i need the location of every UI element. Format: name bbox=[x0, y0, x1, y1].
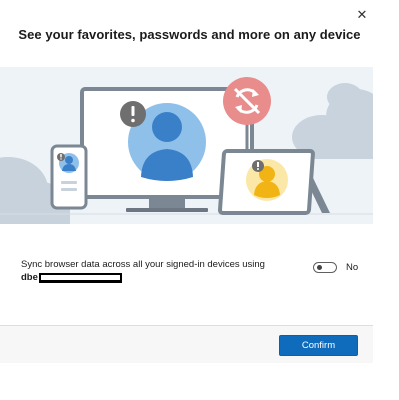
phone-icon bbox=[50, 144, 88, 210]
devices-illustration bbox=[0, 77, 373, 224]
dialog-title: See your favorites, passwords and more o… bbox=[18, 27, 361, 42]
cloud-right-icon bbox=[292, 83, 373, 159]
close-icon[interactable]: ✕ bbox=[351, 4, 373, 26]
sync-description: Sync browser data across all your signed… bbox=[21, 259, 265, 270]
account-row: dbe bbox=[21, 272, 122, 284]
toggle-knob bbox=[317, 265, 322, 270]
sync-dialog: ✕ See your favorites, passwords and more… bbox=[0, 0, 373, 400]
tablet-icon bbox=[217, 149, 330, 215]
alert-icon bbox=[120, 101, 146, 127]
confirm-button[interactable]: Confirm bbox=[279, 335, 358, 356]
dialog-footer: Confirm bbox=[0, 325, 373, 363]
account-email: dbe bbox=[21, 272, 38, 283]
redaction-bar bbox=[38, 273, 122, 283]
sync-toggle[interactable] bbox=[313, 262, 337, 273]
sync-toggle-label: No bbox=[346, 262, 359, 273]
sync-illustration bbox=[0, 67, 373, 224]
